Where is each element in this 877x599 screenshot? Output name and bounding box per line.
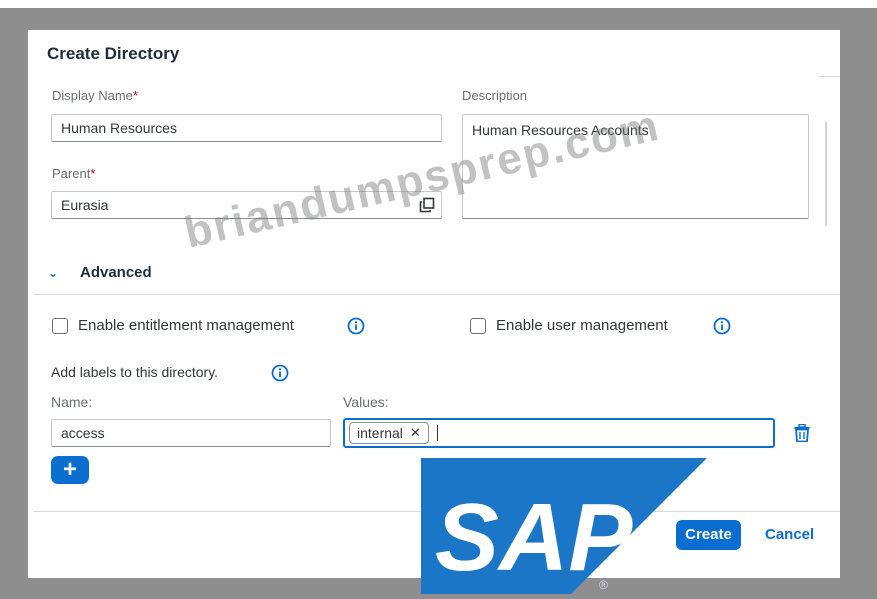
chevron-down-icon: ⌄	[48, 266, 59, 280]
form-scrollbar[interactable]	[825, 122, 827, 226]
advanced-toggle[interactable]: ⌄ Advanced	[48, 264, 152, 281]
advanced-divider	[34, 294, 840, 295]
advanced-label: Advanced	[80, 264, 152, 281]
sap-logo: SAP ®	[421, 458, 707, 594]
parent-value: Eurasia	[61, 197, 109, 213]
text-caret	[436, 425, 438, 441]
cancel-button[interactable]: Cancel	[765, 526, 814, 543]
info-icon[interactable]	[713, 317, 731, 335]
required-mark: *	[132, 88, 138, 103]
registered-mark: ®	[599, 578, 608, 592]
top-strip: ~	[0, 0, 877, 8]
label-name-input[interactable]: access	[51, 419, 331, 447]
trash-icon[interactable]	[794, 424, 810, 442]
enable-user-mgmt-label: Enable user management	[496, 317, 668, 334]
description-label: Description	[462, 88, 528, 103]
display-name-input[interactable]: Human Resources	[51, 114, 442, 142]
enable-user-mgmt-checkbox[interactable]	[470, 317, 486, 334]
parent-label-text: Parent	[52, 166, 91, 181]
value-token[interactable]: internal ✕	[349, 422, 429, 444]
close-icon[interactable]: ✕	[410, 425, 421, 441]
display-name-label: Display Name*	[52, 88, 138, 103]
required-mark: *	[90, 166, 96, 181]
header-divider	[818, 76, 840, 77]
enable-entitlement-checkbox[interactable]	[52, 317, 68, 334]
name-column-header: Name:	[51, 394, 93, 410]
values-column-header: Values:	[343, 394, 389, 410]
enable-entitlement-row[interactable]: Enable entitlement management	[52, 317, 294, 334]
display-name-label-text: Display Name	[52, 88, 133, 103]
label-values-input[interactable]: internal ✕	[343, 418, 775, 448]
labels-section-title: Add labels to this directory.	[51, 364, 219, 380]
parent-label: Parent*	[52, 166, 95, 181]
sap-logo-shape: SAP	[421, 458, 707, 594]
value-token-text: internal	[357, 425, 403, 441]
enable-entitlement-label: Enable entitlement management	[78, 317, 294, 334]
info-icon[interactable]	[271, 364, 289, 382]
add-label-button[interactable]: +	[51, 456, 89, 484]
enable-user-mgmt-row[interactable]: Enable user management	[470, 317, 668, 334]
dialog-title: Create Directory	[47, 44, 180, 63]
sap-logo-text: SAP	[435, 484, 633, 591]
strip-fragment: ~	[6, 0, 13, 6]
info-icon[interactable]	[347, 317, 365, 335]
